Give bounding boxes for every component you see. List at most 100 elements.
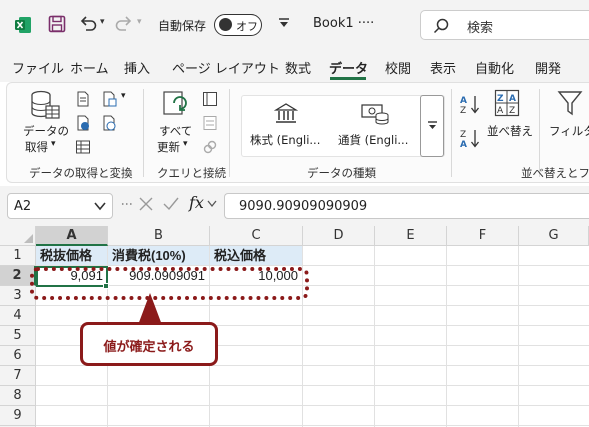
tab-automate[interactable]: 自動化 [475,58,514,77]
column-header-e[interactable]: E [375,226,447,246]
gallery-more-button[interactable] [420,95,444,157]
undo-dropdown-icon[interactable]: ▾ [100,17,105,27]
group-label-get-transform: データの取得と変換 [29,166,133,180]
save-icon[interactable] [48,15,66,33]
currency-label: 通貨 (Engli... [338,133,409,147]
undo-icon[interactable] [78,13,98,33]
queries-connections-icon[interactable] [202,91,218,107]
cell-a1[interactable]: 税抜価格 [36,246,108,266]
tab-home[interactable]: ホーム [70,58,109,77]
select-all-button[interactable] [0,226,36,246]
more-icon [428,121,437,129]
svg-text:Z: Z [497,94,504,104]
row-header-1[interactable]: 1 [0,246,36,266]
select-all-icon [24,234,33,243]
customize-qat-icon[interactable] [277,16,291,30]
stocks-label: 株式 (Engli... [250,133,321,147]
name-box-value: A2 [14,199,32,214]
tab-formulas[interactable]: 数式 [285,58,311,77]
redo-icon[interactable] [114,13,134,33]
group-separator [229,89,230,177]
group-separator [451,89,452,177]
column-header-c[interactable]: C [210,226,303,246]
autosave-state: オフ [236,20,258,33]
document-title[interactable]: Book1 ···· [313,16,374,31]
search-box[interactable]: 検索 [420,10,589,40]
from-table-icon[interactable] [75,139,91,155]
data-types-gallery: 株式 (Engli... 通貨 (Engli... [241,95,445,157]
column-header-g[interactable]: G [519,226,589,246]
formula-input[interactable]: 9090.90909090909 [224,193,589,219]
from-text-icon[interactable] [75,91,91,107]
refresh-label-1: すべて [159,124,193,138]
column-header-b[interactable]: B [108,226,210,246]
tab-insert[interactable]: 挿入 [124,58,150,77]
sort-icon[interactable]: Z A A Z [494,89,520,117]
column-header-f[interactable]: F [447,226,519,246]
group-label-queries: クエリと接続 [157,166,226,180]
search-placeholder: 検索 [467,21,494,36]
recent-sources-icon[interactable] [101,91,117,107]
row-header-6[interactable]: 6 [0,346,36,366]
currency-button[interactable]: 通貨 (Engli... [334,98,420,154]
tab-view[interactable]: 表示 [430,58,456,77]
tab-file[interactable]: ファイル [12,58,64,77]
currency-icon [361,104,389,125]
stocks-button[interactable]: 株式 (Engli... [244,98,330,154]
enter-icon[interactable] [163,196,179,212]
toggle-knob [219,18,232,31]
svg-text:Z: Z [460,130,466,140]
from-web-icon[interactable] [75,115,91,131]
column-header-d[interactable]: D [303,226,375,246]
insert-function-button[interactable]: fx [189,193,204,212]
svg-text:Z: Z [509,106,515,116]
callout-bubble: 値が確定される [80,322,218,366]
properties-icon[interactable] [202,115,218,131]
refresh-all-icon[interactable] [161,89,191,119]
sort-ascending-icon[interactable]: A Z [459,93,481,115]
row-header-7[interactable]: 7 [0,366,36,386]
group-separator [539,89,540,177]
svg-text:A: A [460,140,467,149]
sort-descending-icon[interactable]: Z A [459,127,481,149]
autosave-toggle[interactable]: オフ [214,14,262,36]
worksheet-grid[interactable]: A B C D E F G 1 2 3 4 5 6 7 8 9 10 税抜価格 … [0,226,589,427]
row-header-4[interactable]: 4 [0,306,36,326]
bank-icon [274,103,298,123]
chevron-down-icon[interactable] [207,200,217,208]
name-box[interactable]: A2 [7,193,113,219]
get-data-icon[interactable] [29,89,61,121]
formula-text: 9090.90909090909 [239,199,368,214]
existing-connections-icon[interactable] [101,115,117,131]
filter-label: フィルター [549,124,589,138]
row-header-9[interactable]: 9 [0,406,36,426]
tab-page-layout[interactable]: ページ レイアウト [172,58,280,77]
cell-c1[interactable]: 税込価格 [210,246,303,266]
svg-text:A: A [497,106,504,116]
tab-developer[interactable]: 開発 [535,58,561,77]
cell-b1[interactable]: 消費税(10%) [108,246,210,266]
column-header-a[interactable]: A [36,226,108,246]
row-header-5[interactable]: 5 [0,326,36,346]
redo-dropdown-icon[interactable]: ▾ [137,17,142,27]
chevron-down-icon [94,202,106,211]
group-label-data-types: データの種類 [307,166,376,180]
tab-data[interactable]: データ [329,58,368,77]
excel-logo-icon [15,17,31,33]
autosave-label: 自動保存 [158,19,207,33]
search-icon [433,18,449,34]
group-separator [143,89,144,177]
cancel-icon[interactable] [138,196,154,212]
chevron-down-icon[interactable]: ▾ [121,91,126,101]
drag-handle-icon[interactable]: ⋮ [120,198,134,208]
title-bar: ▾ ▾ 自動保存 オフ Book1 ···· 検索 [0,0,589,50]
refresh-label-2: 更新 [157,140,180,154]
chevron-down-icon: ▾ [51,139,56,149]
highlight-box [30,267,309,300]
row-header-8[interactable]: 8 [0,386,36,406]
get-data-label-1: データの [23,124,69,138]
filter-icon[interactable] [557,89,583,117]
edit-links-icon[interactable] [202,139,218,155]
svg-text:Z: Z [460,106,466,115]
tab-review[interactable]: 校閲 [385,58,411,77]
